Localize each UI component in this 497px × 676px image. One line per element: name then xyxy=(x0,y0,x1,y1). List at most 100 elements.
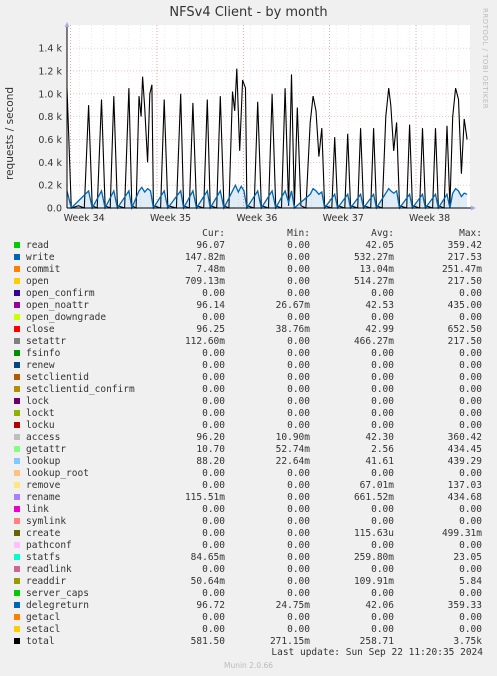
legend-row-pathconf: pathconf 0.00 0.00 0.00 0.00 xyxy=(0,540,497,552)
legend-row-renew: renew 0.00 0.00 0.00 0.00 xyxy=(0,360,497,372)
legend-avg: 514.27m xyxy=(353,276,394,287)
legend-swatch xyxy=(14,362,20,368)
legend-max: 360.42 xyxy=(447,432,482,443)
legend-label: remove xyxy=(26,480,61,491)
legend-min: 0.00 xyxy=(287,480,310,491)
legend-cur: 709.13m xyxy=(184,276,225,287)
legend-row-lockt: lockt 0.00 0.00 0.00 0.00 xyxy=(0,408,497,420)
legend-cur: 96.20 xyxy=(196,432,225,443)
legend-avg: 661.52m xyxy=(353,492,394,503)
legend-min: 38.76m xyxy=(275,324,310,335)
legend-row-read: read 96.07 0.00 42.05 359.42 xyxy=(0,240,497,252)
legend-avg: 115.63u xyxy=(353,528,394,539)
legend-avg: 0.00 xyxy=(371,372,394,383)
legend-avg: 0.00 xyxy=(371,540,394,551)
legend-label: readdir xyxy=(26,576,67,587)
legend-avg: 13.04m xyxy=(359,264,394,275)
legend-label: rename xyxy=(26,492,61,503)
legend-max: 0.00 xyxy=(459,564,482,575)
legend-avg: 0.00 xyxy=(371,588,394,599)
legend-min: 0.00 xyxy=(287,264,310,275)
col-max: Max: xyxy=(459,228,482,239)
legend-label: open xyxy=(26,276,49,287)
legend-label: access xyxy=(26,432,61,443)
legend-row-rename: rename 115.51m 0.00 661.52m 434.68 xyxy=(0,492,497,504)
legend-min: 0.00 xyxy=(287,552,310,563)
legend-label: pathconf xyxy=(26,540,72,551)
legend-max: 137.03 xyxy=(447,480,482,491)
legend-avg: 42.05 xyxy=(365,240,394,251)
legend-row-readdir: readdir 50.64m 0.00 109.91m 5.84 xyxy=(0,576,497,588)
legend-cur: 0.00 xyxy=(202,468,225,479)
legend-avg: 42.30 xyxy=(365,432,394,443)
legend-cur: 50.64m xyxy=(190,576,225,587)
y-tick-label: 0.8 k xyxy=(38,112,62,123)
legend-row-create: create 0.00 0.00 115.63u 499.31m xyxy=(0,528,497,540)
legend-max: 652.50 xyxy=(447,324,482,335)
legend-avg: 42.06 xyxy=(365,600,394,611)
legend-swatch xyxy=(14,554,20,560)
legend-cur: 581.50 xyxy=(190,636,225,647)
legend-row-statfs: statfs 84.65m 0.00 259.80m 23.05 xyxy=(0,552,497,564)
legend-label: getattr xyxy=(26,444,67,455)
legend-cur: 0.00 xyxy=(202,348,225,359)
legend-cur: 88.20 xyxy=(196,456,225,467)
legend-avg: 0.00 xyxy=(371,516,394,527)
legend-cur: 0.00 xyxy=(202,360,225,371)
legend-row-setattr: setattr 112.60m 0.00 466.27m 217.50 xyxy=(0,336,497,348)
legend-min: 271.15m xyxy=(269,636,310,647)
legend-cur: 115.51m xyxy=(184,492,225,503)
legend-row-open_confirm: open_confirm 0.00 0.00 0.00 0.00 xyxy=(0,288,497,300)
chart-svg: 0.0 0.2 k 0.4 k 0.6 k 0.8 k 1.0 k 1.2 k 1.4 k We… xyxy=(38,22,476,224)
legend-avg: 0.00 xyxy=(371,348,394,359)
legend-swatch xyxy=(14,386,20,392)
legend-min: 0.00 xyxy=(287,240,310,251)
legend-avg: 0.00 xyxy=(371,420,394,431)
legend-avg: 2.56 xyxy=(371,444,394,455)
legend-max: 434.45 xyxy=(447,444,482,455)
legend-cur: 0.00 xyxy=(202,312,225,323)
legend-cur: 96.07 xyxy=(196,240,225,251)
legend-max: 0.00 xyxy=(459,348,482,359)
legend-label: read xyxy=(26,240,49,251)
legend-avg: 0.00 xyxy=(371,384,394,395)
legend-row-fsinfo: fsinfo 0.00 0.00 0.00 0.00 xyxy=(0,348,497,360)
legend-swatch xyxy=(14,278,20,284)
legend-max: 0.00 xyxy=(459,468,482,479)
legend-swatch xyxy=(14,638,20,644)
legend-max: 0.00 xyxy=(459,624,482,635)
y-tick-label: 0.0 xyxy=(47,204,62,215)
x-tick-label: Week 38 xyxy=(409,213,450,224)
legend-cur: 0.00 xyxy=(202,288,225,299)
legend-swatch xyxy=(14,326,20,332)
legend-max: 0.00 xyxy=(459,408,482,419)
legend-cur: 0.00 xyxy=(202,540,225,551)
legend-label: setclientid_confirm xyxy=(26,384,135,395)
legend-cur: 112.60m xyxy=(184,336,225,347)
legend-label: write xyxy=(26,252,55,263)
legend-row-locku: locku 0.00 0.00 0.00 0.00 xyxy=(0,420,497,432)
legend-min: 24.75m xyxy=(275,600,310,611)
legend-min: 0.00 xyxy=(287,312,310,323)
legend-max: 0.00 xyxy=(459,420,482,431)
col-avg: Avg: xyxy=(371,228,394,239)
legend-min: 10.90m xyxy=(275,432,310,443)
legend-row-lookup: lookup 88.20 22.64m 41.61 439.29 xyxy=(0,456,497,468)
legend-swatch xyxy=(14,578,20,584)
legend-swatch xyxy=(14,290,20,296)
legend-swatch xyxy=(14,398,20,404)
legend-min: 0.00 xyxy=(287,588,310,599)
legend-swatch xyxy=(14,614,20,620)
legend-min: 26.67m xyxy=(275,300,310,311)
x-axis-arrow xyxy=(471,205,476,211)
legend-avg: 0.00 xyxy=(371,624,394,635)
legend-label: statfs xyxy=(26,552,61,563)
legend-row-access: access 96.20 10.90m 42.30 360.42 xyxy=(0,432,497,444)
legend-row-lookup_root: lookup_root 0.00 0.00 0.00 0.00 xyxy=(0,468,497,480)
legend-max: 0.00 xyxy=(459,360,482,371)
legend-label: fsinfo xyxy=(26,348,61,359)
legend-swatch xyxy=(14,374,20,380)
legend-max: 359.33 xyxy=(447,600,482,611)
legend-row-link: link 0.00 0.00 0.00 0.00 xyxy=(0,504,497,516)
legend-min: 0.00 xyxy=(287,336,310,347)
